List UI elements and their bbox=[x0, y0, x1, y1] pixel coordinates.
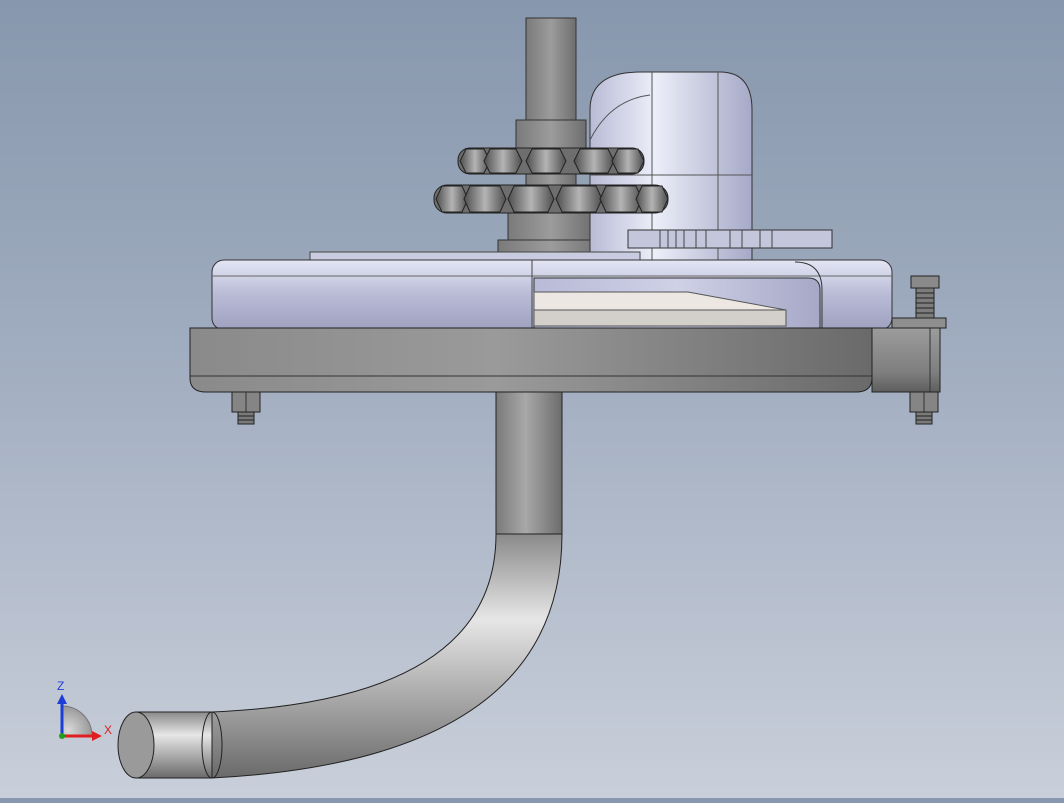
base-plate[interactable] bbox=[189, 317, 947, 393]
nut-bottom-right[interactable] bbox=[909, 391, 939, 425]
lower-sprocket[interactable] bbox=[433, 184, 669, 214]
drive-shaft[interactable] bbox=[497, 17, 605, 259]
triad-x-label: X bbox=[104, 723, 112, 737]
axis-triad: Z X bbox=[57, 679, 112, 741]
nut-bottom-left[interactable] bbox=[231, 391, 261, 425]
cad-model-view[interactable]: Z X bbox=[0, 0, 1064, 798]
gear-housing[interactable] bbox=[211, 251, 893, 331]
flat-gear-disc[interactable] bbox=[627, 229, 833, 249]
discharge-pipe[interactable] bbox=[117, 391, 563, 779]
bolt-top-right[interactable] bbox=[910, 275, 940, 319]
cad-graphics-area[interactable]: Z X bbox=[0, 0, 1064, 798]
triad-plane-icon bbox=[61, 705, 93, 737]
upper-sprocket[interactable] bbox=[457, 147, 645, 175]
y-axis-point-icon bbox=[59, 733, 65, 739]
triad-z-label: Z bbox=[57, 679, 64, 693]
